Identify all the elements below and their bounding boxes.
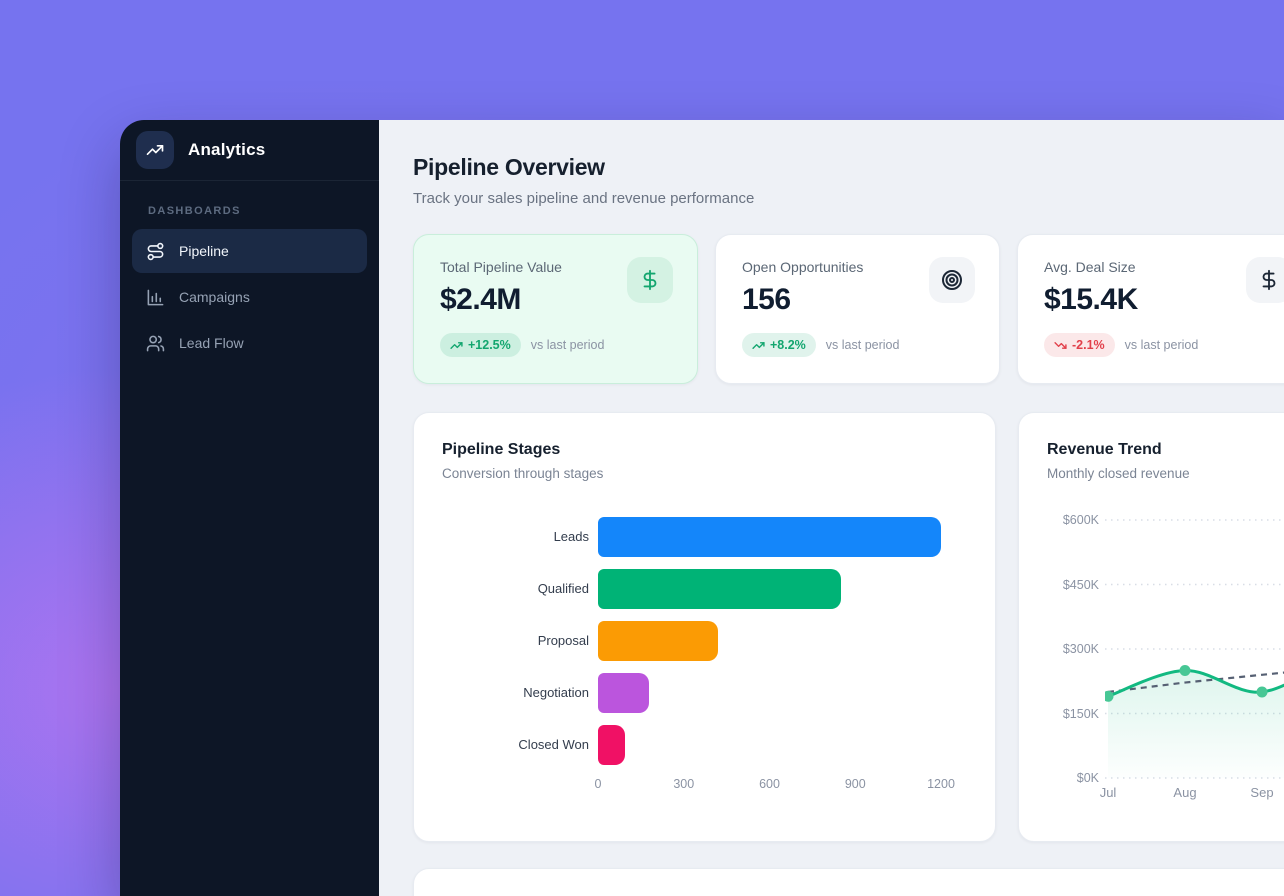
bar-proposal (598, 621, 718, 661)
bar-track (598, 725, 967, 765)
kpi-delta-badge: +12.5% (440, 333, 521, 357)
bar-track (598, 621, 967, 661)
rev-x-tick-label: Jul (1100, 785, 1117, 800)
bar-row-closed-won: Closed Won (442, 725, 967, 765)
kpi-note: vs last period (1125, 338, 1199, 352)
bar-label: Negotiation (523, 685, 589, 701)
kpi-delta-row: +12.5% vs last period (440, 333, 671, 357)
dollar-icon (627, 257, 673, 303)
kpi-delta-badge: +8.2% (742, 333, 816, 357)
pipeline-stages-chart: Leads Qualified Proposal Negotiation Closed … (442, 517, 967, 765)
kpi-note: vs last period (531, 338, 605, 352)
kpi-delta-value: +12.5% (468, 338, 511, 352)
route-icon (146, 242, 165, 261)
charts-row: Pipeline Stages Conversion through stage… (413, 412, 1284, 842)
rev-x-tick-label: Aug (1173, 785, 1196, 800)
trend-up-mini-icon (752, 339, 765, 352)
bar-label: Closed Won (518, 737, 589, 753)
bar-track (598, 569, 967, 609)
bar-row-negotiation: Negotiation (442, 673, 967, 713)
bar-qualified (598, 569, 841, 609)
bar-label-cell: Qualified (442, 581, 589, 597)
sidebar-item-lead-flow[interactable]: Lead Flow (132, 321, 367, 365)
bar-label: Leads (554, 529, 589, 545)
bar-negotiation (598, 673, 649, 713)
kpi-delta-badge: -2.1% (1044, 333, 1115, 357)
main-content: Pipeline Overview Track your sales pipel… (379, 120, 1284, 896)
page-subtitle: Track your sales pipeline and revenue pe… (413, 190, 1284, 207)
kpi-delta-value: -2.1% (1072, 338, 1105, 352)
kpi-delta-row: -2.1% vs last period (1044, 333, 1284, 357)
sidebar-item-label: Campaigns (179, 289, 250, 305)
bar-label: Qualified (538, 581, 589, 597)
kpi-card-avg-deal-size: Avg. Deal Size$15.4K-2.1%vs last period (1017, 234, 1284, 384)
sidebar-item-campaigns[interactable]: Campaigns (132, 275, 367, 319)
revenue-line-plot (1105, 513, 1284, 783)
sidebar-nav: Pipeline Campaigns Lead Flow (120, 229, 379, 365)
bar-label-cell: Proposal (442, 633, 589, 649)
brand: Analytics (120, 120, 379, 181)
brand-name: Analytics (188, 140, 265, 160)
bar-label-cell: Closed Won (442, 737, 589, 753)
bar-chart-icon (146, 288, 165, 307)
sidebar-section-label: DASHBOARDS (120, 181, 379, 229)
bar-leads (598, 517, 941, 557)
pipeline-stages-card: Pipeline Stages Conversion through stage… (413, 412, 996, 842)
bar-track (598, 517, 967, 557)
kpi-row: Total Pipeline Value$2.4M+12.5%vs last p… (413, 234, 1284, 384)
kpi-delta-value: +8.2% (770, 338, 806, 352)
sidebar-item-pipeline[interactable]: Pipeline (132, 229, 367, 273)
kpi-card-total-pipeline-value: Total Pipeline Value$2.4M+12.5%vs last p… (413, 234, 698, 384)
dollar-icon (1246, 257, 1284, 303)
kpi-card-open-opportunities: Open Opportunities156+8.2%vs last period (715, 234, 1000, 384)
page-title: Pipeline Overview (413, 154, 1284, 181)
pipeline-stages-subtitle: Conversion through stages (442, 466, 967, 481)
trend-up-mini-icon (450, 339, 463, 352)
bar-label: Proposal (538, 633, 589, 649)
x-tick: 300 (673, 777, 694, 791)
rev-y-tick-label: $600K (1041, 513, 1099, 527)
kpi-delta-row: +8.2% vs last period (742, 333, 973, 357)
pipeline-stages-x-axis: 0 300 600 900 1200 (598, 777, 967, 795)
pipeline-stages-title: Pipeline Stages (442, 441, 967, 459)
rev-y-tick-label: $300K (1041, 642, 1099, 656)
sidebar-item-label: Lead Flow (179, 335, 244, 351)
rev-y-tick-label: $150K (1041, 707, 1099, 721)
bar-closed-won (598, 725, 625, 765)
bar-track (598, 673, 967, 713)
x-tick: 600 (759, 777, 780, 791)
bar-row-proposal: Proposal (442, 621, 967, 661)
revenue-trend-chart: $600K $450K $300K $150K $0KJul Aug Sep (1019, 413, 1284, 841)
revenue-trend-card: Revenue Trend Monthly closed revenue $60… (1018, 412, 1284, 842)
kpi-note: vs last period (826, 338, 900, 352)
target-icon (929, 257, 975, 303)
bar-row-qualified: Qualified (442, 569, 967, 609)
x-tick: 1200 (927, 777, 955, 791)
x-tick: 900 (845, 777, 866, 791)
bar-label-cell: Negotiation (442, 685, 589, 701)
rev-y-tick-label: $0K (1041, 771, 1099, 785)
users-icon (146, 334, 165, 353)
desktop-background: { "app": { "brand": "Analytics" }, "them… (0, 0, 1284, 896)
trend-down-mini-icon (1054, 339, 1067, 352)
bar-label-cell: Leads (442, 529, 589, 545)
rev-y-tick-label: $450K (1041, 578, 1099, 592)
trending-up-logo-icon (136, 131, 174, 169)
sidebar: Analytics DASHBOARDS Pipeline Campaigns Le… (120, 120, 379, 896)
rev-x-tick-label: Sep (1250, 785, 1273, 800)
bar-row-leads: Leads (442, 517, 967, 557)
sidebar-item-label: Pipeline (179, 243, 229, 259)
bottom-card-partial (413, 868, 1284, 896)
x-tick: 0 (595, 777, 602, 791)
app-window: Analytics DASHBOARDS Pipeline Campaigns Le… (120, 120, 1284, 896)
